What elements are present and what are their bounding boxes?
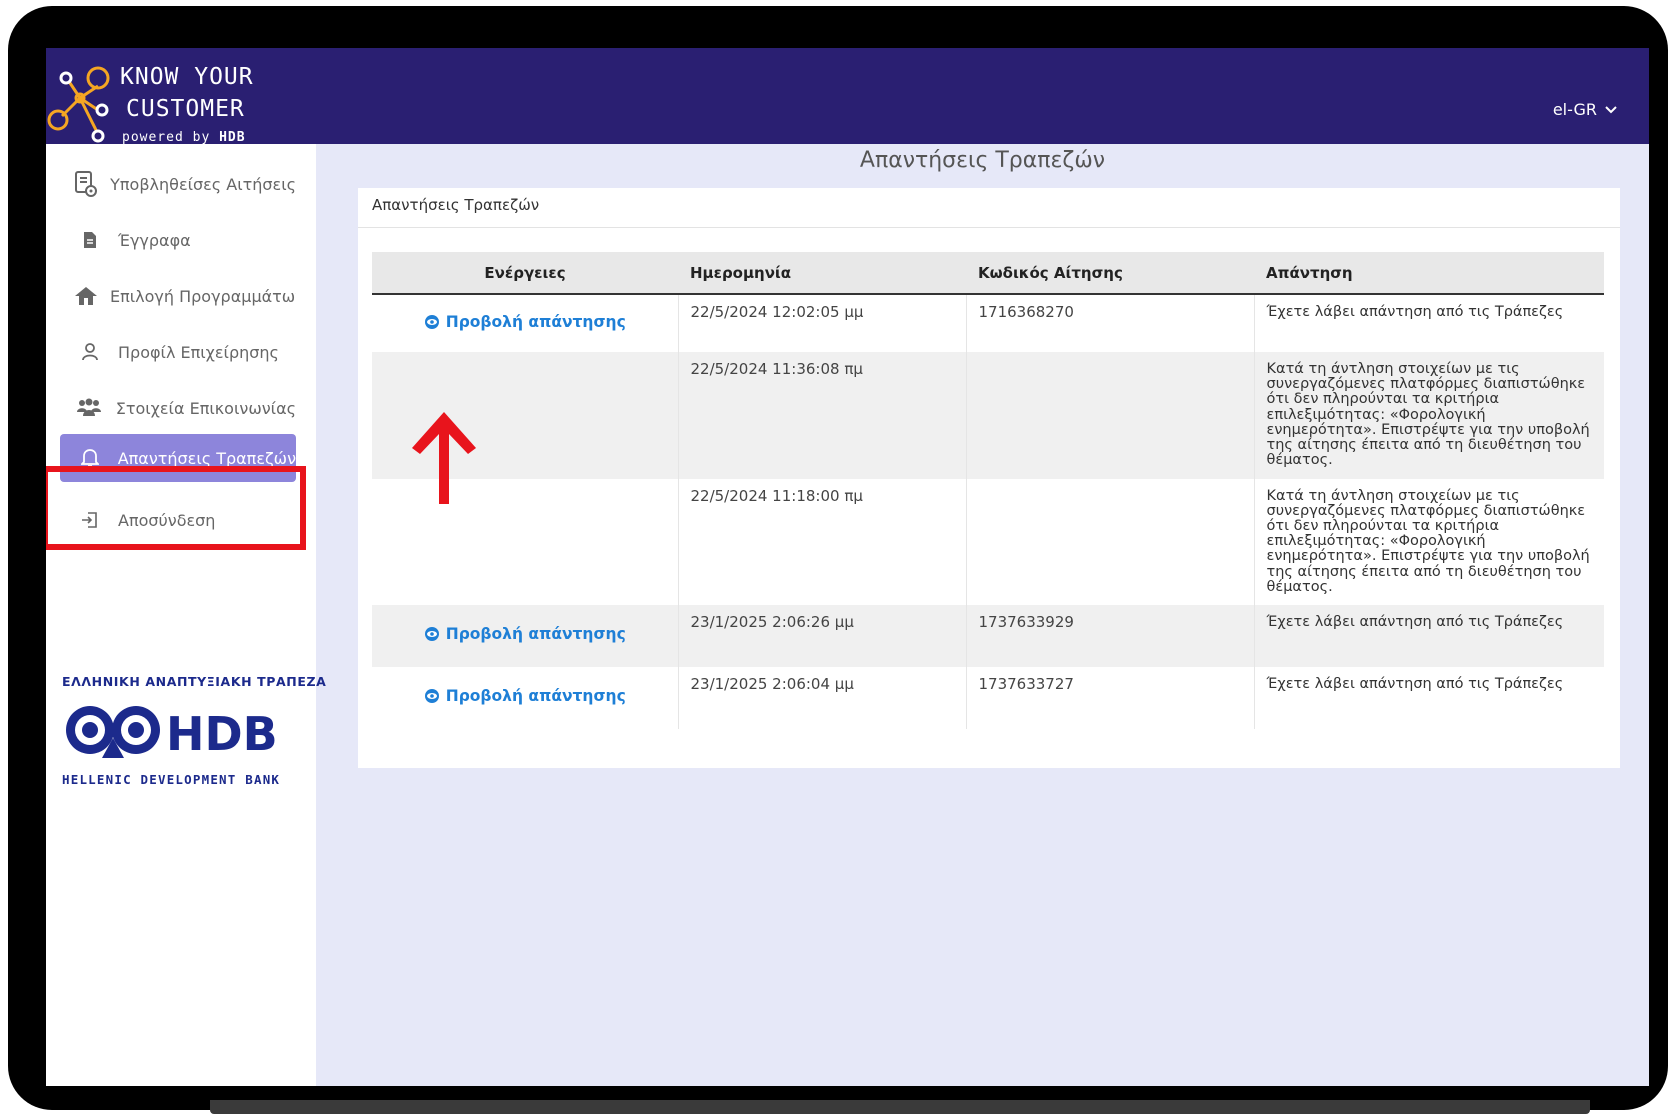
app-screen: KNOW YOUR CUSTOMER powered by HDB el-GR … — [46, 48, 1649, 1086]
cell-code — [966, 478, 1255, 606]
sidebar-item-label: Απαντήσεις Τραπεζών — [117, 448, 296, 468]
sidebar-item-business-profile[interactable]: Προφίλ Επιχείρησης — [60, 328, 296, 376]
table-row: 22/5/2024 11:18:00 πμ Κατά τη άντληση στ… — [372, 478, 1604, 606]
cell-date: 23/1/2025 2:06:26 μμ — [678, 605, 967, 668]
sidebar-item-label: Επιλογή Προγραμμάτων — [110, 286, 296, 306]
home-icon — [74, 286, 98, 306]
cell-response: Έχετε λάβει απάντηση από τις Τράπεζες — [1266, 304, 1564, 320]
bank-name-english: HELLENIC DEVELOPMENT BANK — [62, 772, 281, 787]
bell-icon — [74, 448, 106, 468]
hdb-logo-text: HDB — [166, 707, 278, 761]
sidebar-item-label: Έγγραφα — [118, 230, 191, 250]
language-value: el-GR — [1552, 100, 1597, 119]
network-logo-icon — [47, 66, 110, 143]
table-header-row: Ενέργειες Ημερομηνία Κωδικός Αίτησης Απά… — [372, 252, 1604, 295]
cell-date: 23/1/2025 2:06:04 μμ — [678, 667, 967, 730]
column-header-response: Απάντηση — [1254, 252, 1604, 295]
cell-code: 1737633929 — [966, 605, 1255, 668]
table-row: Προβολή απάντησης 22/5/2024 12:02:05 μμ … — [372, 294, 1604, 352]
sidebar-item-label: Στοιχεία Επικοινωνίας — [115, 398, 296, 418]
responses-table: Ενέργειες Ημερομηνία Κωδικός Αίτησης Απά… — [372, 252, 1604, 730]
sidebar: Υποβληθείσες Αιτήσεις Έγγραφα Επιλογή Πρ… — [46, 144, 326, 1086]
bank-name-greek: ΕΛΛΗΝΙΚΗ ΑΝΑΠΤΥΞΙΑΚΗ ΤΡΑΠΕΖΑ — [62, 674, 327, 689]
chevron-down-icon — [1605, 105, 1617, 113]
view-response-label: Προβολή απάντησης — [445, 687, 626, 706]
user-icon — [74, 343, 106, 361]
logo-text-line1: KNOW YOUR — [120, 64, 254, 90]
table-row: Προβολή απάντησης 23/1/2025 2:06:26 μμ 1… — [372, 605, 1604, 668]
cell-date: 22/5/2024 11:36:08 πμ — [678, 352, 967, 479]
cell-response: Κατά τη άντληση στοιχείων με τις συνεργα… — [1266, 487, 1590, 595]
table-row: 22/5/2024 11:36:08 πμ Κατά τη άντληση στ… — [372, 352, 1604, 479]
sidebar-item-contact-details[interactable]: Στοιχεία Επικοινωνίας — [60, 384, 296, 432]
sidebar-item-submitted-applications[interactable]: Υποβληθείσες Αιτήσεις — [60, 160, 296, 208]
red-arrow-up-icon — [412, 412, 476, 504]
cell-response: Έχετε λάβει απάντηση από τις Τράπεζες — [1254, 605, 1604, 668]
cell-code: 1716368270 — [966, 294, 1255, 352]
cell-code — [966, 352, 1255, 479]
cell-code: 1737633727 — [966, 667, 1255, 730]
sidebar-item-logout[interactable]: Αποσύνδεση — [60, 496, 296, 544]
logo-powered-by: powered by HDB — [122, 130, 246, 145]
language-selector[interactable]: el-GR — [1553, 100, 1617, 119]
column-header-actions: Ενέργειες — [372, 252, 678, 295]
cell-response: Έχετε λάβει απάντηση από τις Τράπεζες — [1266, 676, 1564, 693]
cell-date: 22/5/2024 11:18:00 πμ — [678, 478, 967, 606]
sidebar-item-label: Αποσύνδεση — [118, 510, 216, 530]
cell-actions: Προβολή απάντησης — [372, 667, 679, 730]
sidebar-item-label: Προφίλ Επιχείρησης — [118, 342, 279, 362]
sidebar-item-programs[interactable]: Επιλογή Προγραμμάτων — [60, 272, 296, 320]
column-header-date: Ημερομηνία — [678, 252, 966, 295]
view-response-label: Προβολή απάντησης — [445, 625, 626, 644]
top-bar: KNOW YOUR CUSTOMER powered by HDB el-GR — [46, 48, 1649, 145]
eye-icon — [424, 627, 439, 642]
logo-powered-label: powered by — [122, 130, 211, 145]
column-header-code: Κωδικός Αίτησης — [966, 252, 1254, 295]
logo-powered-brand: HDB — [219, 130, 246, 145]
cell-date: 22/5/2024 12:02:05 μμ — [678, 294, 967, 352]
hdb-emblem-icon: HDB — [66, 706, 278, 761]
view-response-link[interactable]: Προβολή απάντησης — [424, 626, 626, 642]
sidebar-item-label: Υποβληθείσες Αιτήσεις — [110, 174, 296, 194]
card-title: Απαντήσεις Τραπεζών — [358, 188, 1620, 228]
cell-actions: Προβολή απάντησης — [372, 605, 679, 668]
device-bottom-edge — [210, 1100, 1590, 1114]
users-icon — [74, 398, 104, 418]
logo-text-line2: CUSTOMER — [126, 96, 245, 122]
document-eye-icon — [74, 171, 98, 197]
responses-card: Απαντήσεις Τραπεζών Ενέργειες Ημερομηνία… — [358, 188, 1620, 768]
hdb-logo: HDB — [64, 700, 289, 766]
cell-actions: Προβολή απάντησης — [372, 294, 679, 352]
eye-icon — [424, 314, 439, 329]
logout-icon — [74, 511, 106, 529]
kyc-logo[interactable]: KNOW YOUR CUSTOMER powered by HDB — [46, 56, 306, 145]
page-title: Απαντήσεις Τραπεζών — [859, 148, 1106, 173]
file-icon — [74, 231, 106, 249]
cell-response: Κατά τη άντληση στοιχείων με τις συνεργα… — [1254, 352, 1604, 479]
view-response-label: Προβολή απάντησης — [445, 312, 626, 331]
view-response-link[interactable]: Προβολή απάντησης — [424, 312, 626, 331]
view-response-link[interactable]: Προβολή απάντησης — [424, 688, 626, 704]
sidebar-item-documents[interactable]: Έγγραφα — [60, 216, 296, 264]
eye-icon — [424, 689, 439, 704]
table-row: Προβολή απάντησης 23/1/2025 2:06:04 μμ 1… — [372, 667, 1604, 730]
